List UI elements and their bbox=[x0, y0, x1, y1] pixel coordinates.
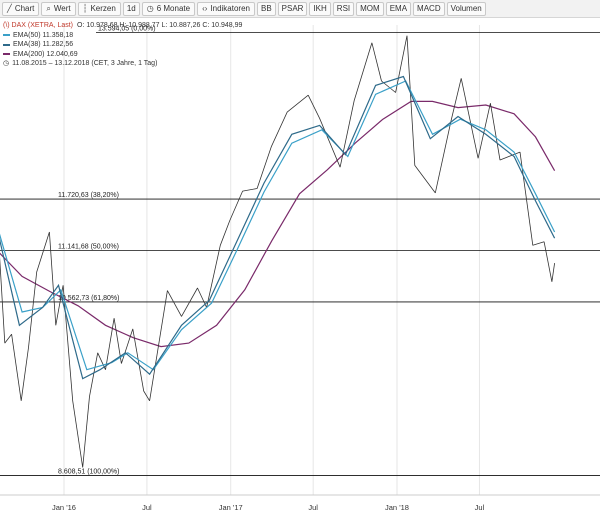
toolbar-button-label: BB bbox=[260, 4, 272, 13]
ema200-line bbox=[0, 100, 556, 348]
legend-ema200-label: EMA(200) 12.040,69 bbox=[13, 50, 78, 58]
toolbar-button-6-monate[interactable]: ◷ 6 Monate bbox=[141, 1, 196, 16]
legend-ema50: EMA(50) 11.358,18 bbox=[3, 31, 242, 41]
toolbar-button-psar[interactable]: PSAR bbox=[277, 1, 308, 16]
toolbar-button-label: IKH bbox=[313, 4, 327, 13]
chart-toolbar: ╱ Chart ⌕ Wert ┆ Kerzen 1d ◷ 6 Monate ‹› Indikator… bbox=[0, 0, 600, 18]
toolbar-button-ema[interactable]: EMA bbox=[385, 1, 412, 16]
toolbar-button-label: 1d bbox=[126, 4, 136, 13]
legend-ema200: EMA(200) 12.040,69 bbox=[3, 50, 242, 60]
fib-level-label: 8.608,51 (100,00%) bbox=[58, 469, 120, 476]
chart-legend: (\) DAX (XETRA, Last) O: 10.978,68 H: 10… bbox=[3, 21, 242, 69]
toolbar-button-label: Chart bbox=[14, 4, 35, 13]
toolbar-button-rsi[interactable]: RSI bbox=[332, 1, 355, 16]
price-chart: 13.594,05 (0,00%)11.720,63 (38,20%)11.14… bbox=[0, 25, 600, 512]
fib-level-label: 11.720,63 (38,20%) bbox=[58, 192, 119, 199]
legend-instrument-row: (\) DAX (XETRA, Last) O: 10.978,68 H: 10… bbox=[3, 21, 242, 31]
toolbar-button-label: EMA bbox=[389, 4, 408, 13]
search-icon: ⌕ bbox=[46, 3, 51, 13]
toolbar-button-wert[interactable]: ⌕ Wert bbox=[41, 1, 76, 16]
ema38-swatch bbox=[3, 43, 10, 46]
ema200-swatch bbox=[3, 53, 10, 56]
toolbar-button-label: Kerzen bbox=[90, 4, 116, 13]
clock-icon: ◷ bbox=[146, 4, 154, 13]
toolbar-button-label: MACD bbox=[417, 4, 441, 13]
toolbar-button-indikatoren[interactable]: ‹› Indikatoren bbox=[197, 1, 255, 16]
legend-ema38-label: EMA(38) 11.282,56 bbox=[13, 41, 74, 48]
toolbar-button-label: RSI bbox=[336, 4, 351, 13]
fib-level-label: 11.141,68 (50,00%) bbox=[58, 244, 119, 251]
toolbar-button-label: PSAR bbox=[281, 4, 304, 13]
x-tick-label: Jul bbox=[308, 503, 318, 512]
chart-series bbox=[0, 35, 556, 468]
x-tick-label: Jul bbox=[475, 503, 485, 512]
chart-grid bbox=[63, 25, 480, 495]
fibonacci-levels: 13.594,05 (0,00%)11.720,63 (38,20%)11.14… bbox=[0, 26, 600, 476]
toolbar-button-macd[interactable]: MACD bbox=[413, 1, 445, 16]
line-chart-icon: ╱ bbox=[7, 4, 12, 13]
clock-icon: ◷ bbox=[3, 60, 10, 67]
legend-ema50-label: EMA(50) 11.358,18 bbox=[13, 31, 74, 39]
toolbar-button-label: 6 Monate bbox=[156, 4, 191, 13]
toolbar-button-ikh[interactable]: IKH bbox=[309, 1, 331, 16]
legend-range: ◷ 11.08.2015 – 13.12.2018 (CET, 3 Jahre,… bbox=[3, 59, 242, 69]
legend-instrument: (\) DAX (XETRA, Last) bbox=[3, 22, 74, 29]
ema38-line bbox=[0, 75, 556, 380]
legend-range-label: 11.08.2015 – 13.12.2018 (CET, 3 Jahre, 1… bbox=[12, 60, 158, 67]
x-tick-label: Jan '18 bbox=[385, 503, 409, 512]
toolbar-button-label: MOM bbox=[360, 4, 380, 13]
ema50-swatch bbox=[3, 34, 10, 37]
legend-ema38: EMA(38) 11.282,56 bbox=[3, 40, 242, 50]
x-tick-label: Jan '17 bbox=[219, 503, 243, 512]
legend-ohlc: O: 10.978,68 H: 10.988,77 L: 10.887,26 C… bbox=[77, 22, 243, 29]
x-tick-label: Jan '16 bbox=[52, 503, 76, 512]
x-tick-label: Jul bbox=[142, 503, 152, 512]
toolbar-button-kerzen[interactable]: ┆ Kerzen bbox=[77, 1, 121, 16]
code-icon: ‹› bbox=[202, 4, 208, 13]
toolbar-button-1d[interactable]: 1d bbox=[122, 1, 140, 16]
toolbar-button-label: Wert bbox=[53, 4, 71, 13]
price-line bbox=[0, 35, 555, 468]
candle-icon: ┆ bbox=[82, 4, 88, 13]
ema50-line bbox=[0, 80, 556, 371]
toolbar-button-mom[interactable]: MOM bbox=[356, 1, 384, 16]
toolbar-button-volumen[interactable]: Volumen bbox=[446, 1, 486, 16]
toolbar-button-chart[interactable]: ╱ Chart bbox=[2, 1, 40, 16]
toolbar-button-label: Indikatoren bbox=[210, 4, 250, 13]
toolbar-button-label: Volumen bbox=[450, 4, 482, 13]
toolbar-button-bb[interactable]: BB bbox=[256, 1, 276, 16]
x-axis: Jan '16 Jul Jan '17 Jul Jan '18 Jul bbox=[0, 494, 600, 512]
